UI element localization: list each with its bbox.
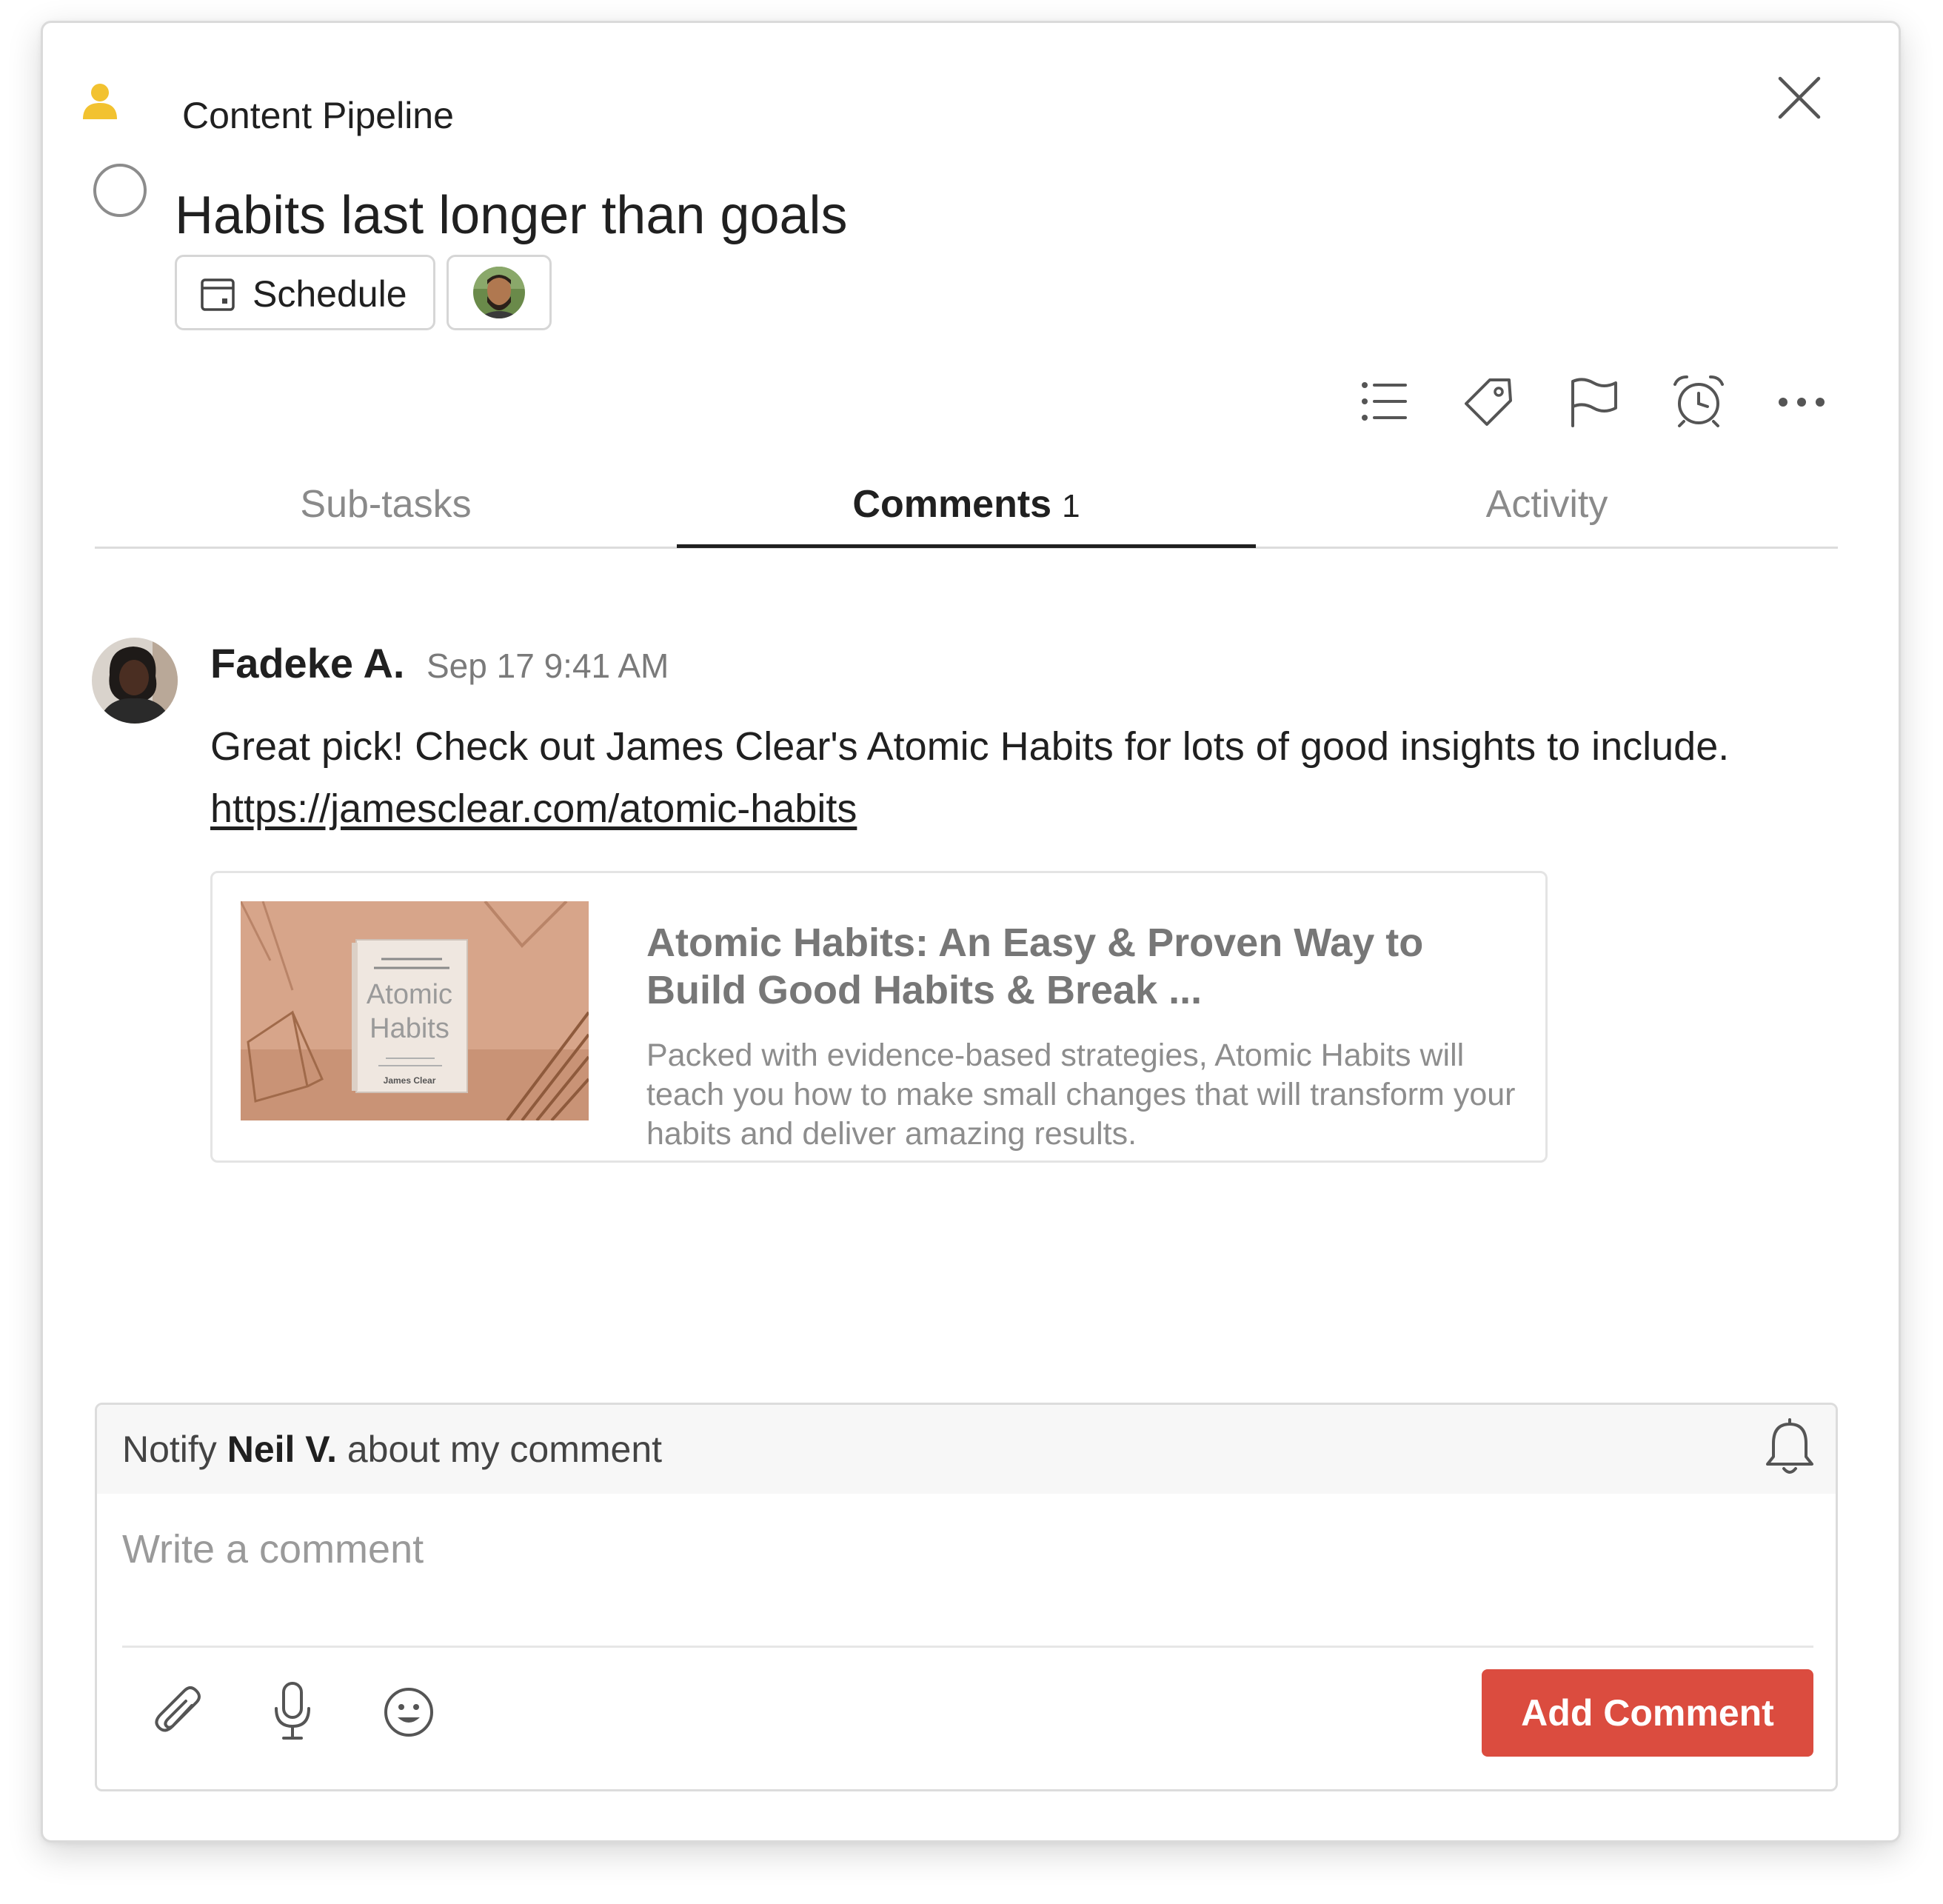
emoji-smiley-icon[interactable]: [383, 1686, 435, 1738]
schedule-label: Schedule: [253, 273, 407, 315]
book-cover-author: James Clear: [384, 1075, 436, 1086]
composer-divider: [122, 1646, 1813, 1648]
project-person-icon: [78, 79, 121, 122]
comments-count: 1: [1062, 488, 1080, 524]
commenter-avatar: [92, 638, 178, 724]
notify-text: Notify Neil V. about my comment: [122, 1427, 662, 1472]
comment-text: Great pick! Check out James Clear's Atom…: [210, 724, 1730, 769]
comment-link[interactable]: https://jamesclear.com/atomic-habits: [210, 786, 857, 831]
task-complete-checkbox[interactable]: [92, 162, 148, 218]
tab-activity[interactable]: Activity: [1256, 478, 1838, 530]
comment-input[interactable]: [122, 1516, 1788, 1583]
bell-icon[interactable]: [1762, 1418, 1818, 1477]
calendar-icon: [199, 276, 236, 313]
schedule-button[interactable]: Schedule: [175, 255, 435, 330]
comment-author[interactable]: Fadeke A.: [210, 638, 404, 689]
active-tab-indicator: [677, 544, 1256, 548]
book-cover-title-1: Atomic: [367, 979, 452, 1010]
reminder-alarm-icon[interactable]: [1671, 373, 1727, 429]
comment-timestamp: Sep 17 9:41 AM: [427, 647, 669, 685]
more-dots-icon[interactable]: [1777, 393, 1826, 411]
assignee-avatar: [473, 267, 525, 318]
add-comment-button[interactable]: Add Comment: [1482, 1669, 1813, 1757]
task-title[interactable]: Habits last longer than goals: [175, 178, 848, 253]
comment-composer: Notify Neil V. about my comment Write a …: [95, 1403, 1838, 1791]
notify-prefix: Notify: [122, 1429, 217, 1470]
priority-flag-icon[interactable]: [1567, 375, 1620, 429]
notify-suffix: about my comment: [347, 1429, 663, 1470]
preview-description: Packed with evidence-based strategies, A…: [646, 1038, 1516, 1152]
attachment-paperclip-icon[interactable]: [153, 1683, 205, 1740]
tab-comments[interactable]: Comments 1: [677, 478, 1256, 532]
tab-label: Sub-tasks: [300, 483, 472, 526]
close-icon[interactable]: [1773, 71, 1826, 124]
book-cover-thumbnail: Atomic Habits James Clear: [241, 901, 589, 1120]
task-detail-dialog: Content Pipeline Habits last longer than…: [41, 21, 1901, 1843]
assignee-button[interactable]: [447, 255, 552, 330]
label-tag-icon[interactable]: [1462, 375, 1515, 429]
comment-body: Great pick! Check out James Clear's Atom…: [210, 715, 1876, 840]
microphone-icon[interactable]: [272, 1680, 313, 1743]
link-preview-card[interactable]: Atomic Habits James Clear Atomic Habits:…: [210, 871, 1548, 1163]
tab-label: Comments: [852, 483, 1052, 526]
project-name[interactable]: Content Pipeline: [182, 93, 454, 138]
preview-title[interactable]: Atomic Habits: An Easy & Proven Way to B…: [646, 919, 1520, 1014]
tab-label: Activity: [1485, 483, 1608, 526]
notify-name: Neil V.: [227, 1429, 337, 1470]
tab-sub-tasks[interactable]: Sub-tasks: [95, 478, 677, 530]
sub-task-list-icon[interactable]: [1358, 375, 1410, 427]
book-cover-title-2: Habits: [369, 1013, 449, 1044]
